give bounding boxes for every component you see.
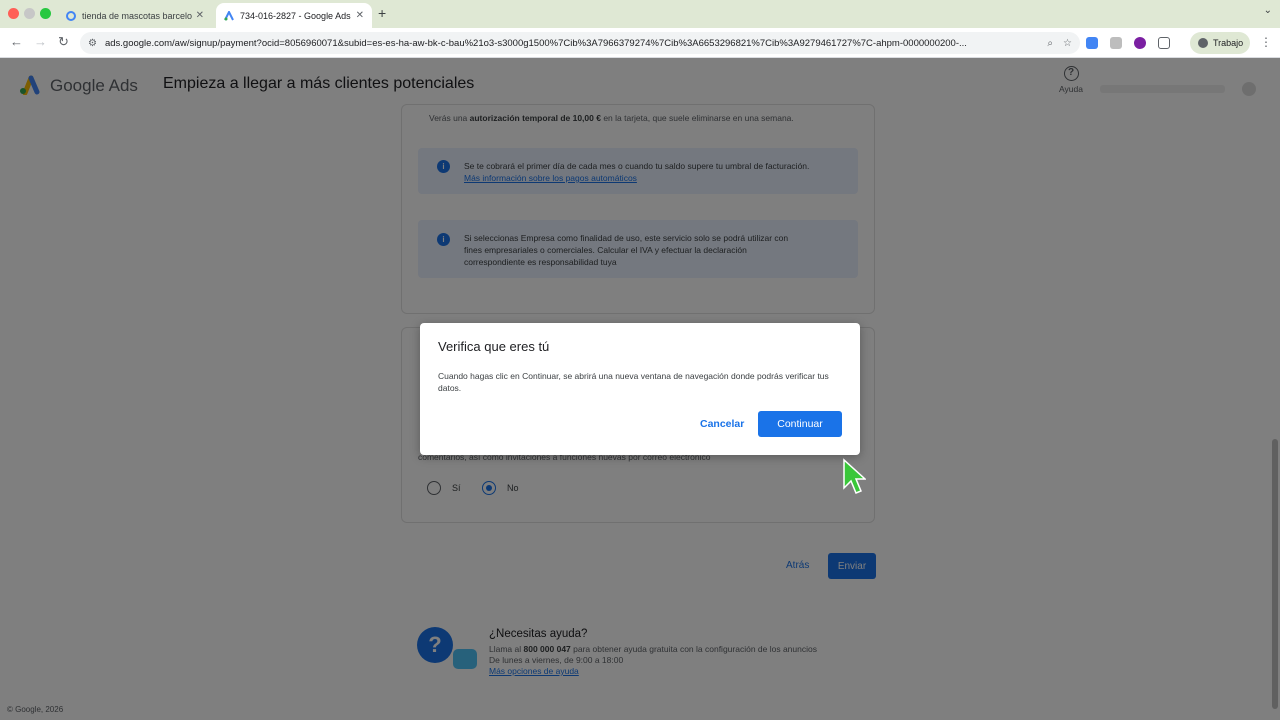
extension-icon[interactable] (1086, 37, 1098, 49)
mouse-cursor-icon (843, 458, 866, 494)
close-tab-icon[interactable]: ✕ (356, 10, 364, 21)
minimize-window-button[interactable] (24, 8, 35, 19)
extension-icon[interactable] (1110, 37, 1122, 49)
google-ads-favicon-icon (224, 10, 234, 20)
browser-tab-bar: tienda de mascotas barcelona ✕ 734-016-2… (0, 0, 1280, 28)
close-window-button[interactable] (8, 8, 19, 19)
forward-arrow-icon[interactable]: → (34, 34, 47, 49)
tab-title: tienda de mascotas barcelona (82, 10, 192, 21)
extension-icon[interactable] (1134, 37, 1146, 49)
tab-title: 734-016-2827 - Google Ads (240, 10, 351, 21)
browser-menu-icon[interactable]: ⋮ (1260, 35, 1272, 49)
extensions-puzzle-icon[interactable] (1158, 37, 1170, 49)
site-info-icon[interactable]: ⚙ (88, 38, 97, 49)
maximize-window-button[interactable] (40, 8, 51, 19)
reload-icon[interactable]: ↻ (58, 34, 69, 50)
tab-search-chevron-icon[interactable]: ⌄ (1264, 5, 1272, 16)
new-tab-icon[interactable]: + (378, 5, 386, 21)
verify-dialog: Verifica que eres tú Cuando hagas clic e… (420, 323, 860, 455)
browser-toolbar: ← → ↻ ⚙ ads.google.com/aw/signup/payment… (0, 28, 1280, 58)
url-text: ads.google.com/aw/signup/payment?ocid=80… (104, 37, 967, 49)
dialog-body: Cuando hagas clic en Continuar, se abrir… (438, 371, 829, 393)
avatar (1198, 38, 1208, 48)
continue-button[interactable]: Continuar (758, 411, 842, 437)
back-arrow-icon[interactable]: ← (10, 34, 23, 49)
profile-label: Trabajo (1213, 38, 1244, 48)
bookmark-star-icon[interactable]: ☆ (1063, 38, 1072, 49)
close-tab-icon[interactable]: ✕ (196, 10, 204, 21)
tab-tienda-mascotas[interactable]: tienda de mascotas barcelona ✕ (58, 3, 212, 28)
tab-google-ads[interactable]: 734-016-2827 - Google Ads ✕ (216, 3, 372, 28)
zoom-icon[interactable]: ⌕ (1047, 38, 1053, 49)
dialog-title: Verifica que eres tú (438, 339, 550, 354)
address-bar[interactable]: ⚙ ads.google.com/aw/signup/payment?ocid=… (80, 32, 1080, 54)
profile-button[interactable]: Trabajo (1190, 32, 1250, 54)
google-favicon-icon (66, 10, 76, 21)
cancel-button[interactable]: Cancelar (700, 418, 744, 430)
